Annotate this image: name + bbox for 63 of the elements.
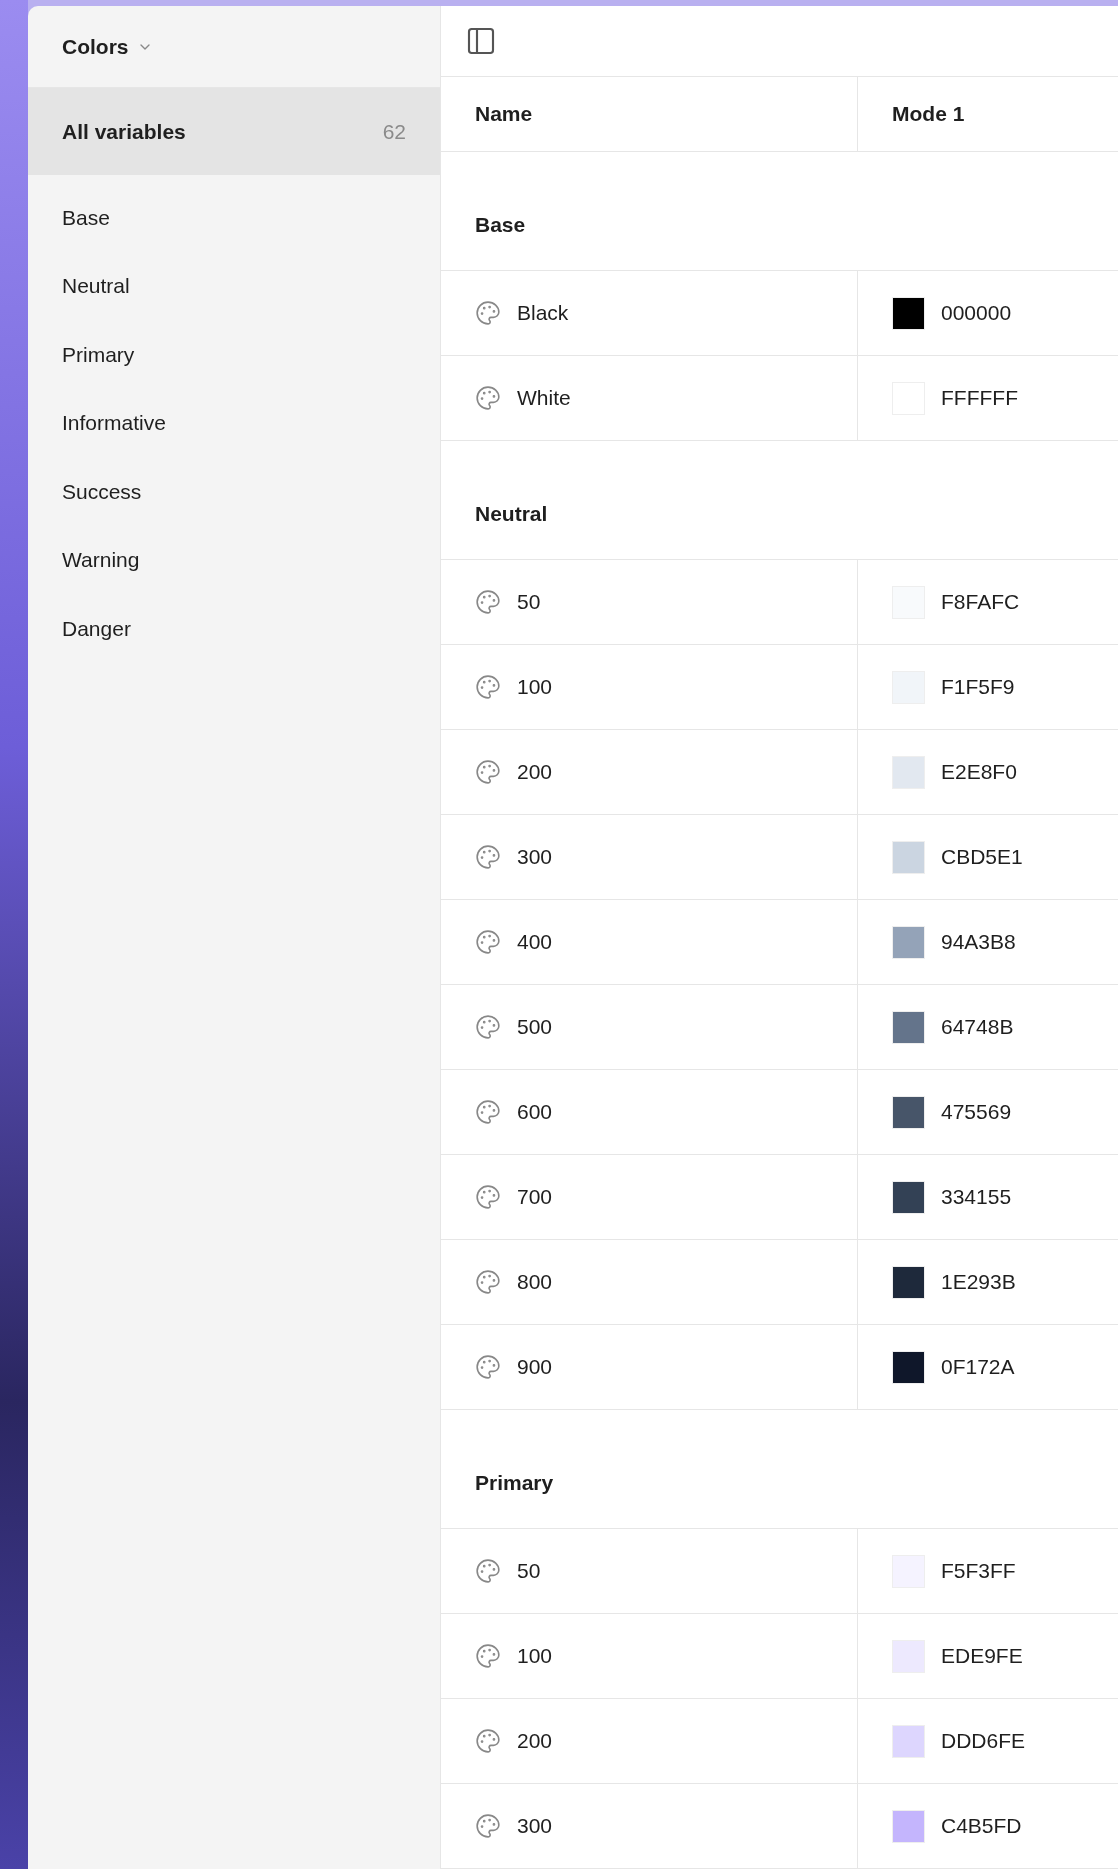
color-value: EDE9FE xyxy=(941,1643,1023,1670)
palette-icon xyxy=(475,1184,501,1210)
palette-icon xyxy=(475,1014,501,1040)
color-value: F5F3FF xyxy=(941,1558,1016,1585)
sidebar-item[interactable]: Danger xyxy=(28,594,440,663)
variable-name: 300 xyxy=(517,1813,553,1840)
variable-name: 400 xyxy=(517,929,553,956)
color-value: FFFFFF xyxy=(941,385,1018,412)
variable-name: 200 xyxy=(517,759,553,786)
group-heading: Neutral xyxy=(475,500,548,527)
color-value: C4B5FD xyxy=(941,1813,1022,1840)
color-value: E2E8F0 xyxy=(941,759,1017,786)
palette-icon xyxy=(475,1269,501,1295)
variable-name: 600 xyxy=(517,1099,553,1126)
group-heading: Primary xyxy=(475,1469,554,1496)
color-value: CBD5E1 xyxy=(941,844,1023,871)
variable-name: 50 xyxy=(517,589,541,616)
sidebar-item[interactable]: Primary xyxy=(28,320,440,389)
group-heading: Base xyxy=(475,211,526,238)
color-value: 0F172A xyxy=(941,1354,1015,1381)
color-value: 475569 xyxy=(941,1099,1012,1126)
palette-icon xyxy=(475,759,501,785)
variable-name: 200 xyxy=(517,1728,553,1755)
palette-icon xyxy=(475,929,501,955)
variable-name: 500 xyxy=(517,1014,553,1041)
color-value: 94A3B8 xyxy=(941,929,1016,956)
palette-icon xyxy=(475,1099,501,1125)
color-value: F8FAFC xyxy=(941,589,1020,616)
variable-name: 50 xyxy=(517,1558,541,1585)
palette-icon xyxy=(475,1728,501,1754)
palette-icon xyxy=(475,1558,501,1584)
sidebar-item[interactable]: Neutral xyxy=(28,251,440,320)
palette-icon xyxy=(475,300,501,326)
color-value: 64748B xyxy=(941,1014,1014,1041)
variable-name: 900 xyxy=(517,1354,553,1381)
color-value: DDD6FE xyxy=(941,1728,1025,1755)
variable-name: 100 xyxy=(517,1643,553,1670)
sidebar-item[interactable]: Warning xyxy=(28,525,440,594)
sidebar-item[interactable]: All variables 62 xyxy=(28,88,440,175)
sidebar-item[interactable]: Informative xyxy=(28,388,440,457)
color-value: 334155 xyxy=(941,1184,1012,1211)
variable-name: 700 xyxy=(517,1184,553,1211)
variable-name: 100 xyxy=(517,674,553,701)
variable-name: White xyxy=(517,385,571,412)
palette-icon xyxy=(475,589,501,615)
palette-icon xyxy=(475,1354,501,1380)
palette-icon xyxy=(475,844,501,870)
collection-dropdown[interactable]: Colors xyxy=(62,30,153,63)
variable-count: 62 xyxy=(382,118,406,145)
palette-icon xyxy=(475,1643,501,1669)
variable-name: 300 xyxy=(517,844,553,871)
variable-name: Black xyxy=(517,300,569,327)
sidebar-item[interactable]: Base xyxy=(28,183,440,252)
palette-icon xyxy=(475,674,501,700)
palette-icon xyxy=(475,385,501,411)
color-value: 1E293B xyxy=(941,1269,1016,1296)
sidebar-item[interactable]: Success xyxy=(28,457,440,526)
color-value: 000000 xyxy=(941,300,1012,327)
palette-icon xyxy=(475,1813,501,1839)
color-value: F1F5F9 xyxy=(941,674,1015,701)
column-header: Name xyxy=(441,76,858,151)
variable-name: 800 xyxy=(517,1269,553,1296)
column-header: Mode 1 xyxy=(891,101,966,128)
